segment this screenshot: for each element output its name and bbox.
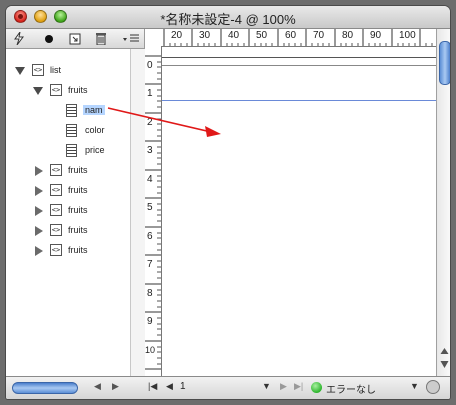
first-page-icon[interactable]: |◀ bbox=[148, 381, 157, 392]
drag-arrow-icon bbox=[107, 107, 221, 137]
scroll-thumb[interactable] bbox=[439, 41, 450, 85]
scroll-right-icon[interactable]: ▶ bbox=[112, 381, 119, 392]
prev-page-icon[interactable]: ◀ bbox=[166, 381, 173, 392]
error-status-text: エラーなし bbox=[326, 385, 376, 396]
last-page-icon[interactable]: ▶| bbox=[294, 381, 303, 392]
status-menu-icon[interactable]: ▼ bbox=[410, 381, 419, 391]
tree-horizontal-scroll-thumb[interactable] bbox=[12, 382, 78, 394]
status-bar: ◀ ▶ |◀ ◀ 1 ▼ ▶ ▶| エラーなし ▼ bbox=[6, 376, 450, 399]
document-window: *名称未設定-4 @ 100% <> list <> fruits nam co… bbox=[6, 6, 450, 399]
next-page-icon[interactable]: ▶ bbox=[280, 381, 287, 392]
page-number[interactable]: 1 bbox=[180, 381, 186, 392]
scroll-left-icon[interactable]: ◀ bbox=[94, 381, 101, 392]
vertical-scrollbar[interactable] bbox=[436, 29, 450, 376]
resize-grip-icon[interactable] bbox=[426, 380, 440, 394]
status-light-icon bbox=[311, 382, 322, 393]
page-menu-icon[interactable]: ▼ bbox=[262, 381, 271, 391]
